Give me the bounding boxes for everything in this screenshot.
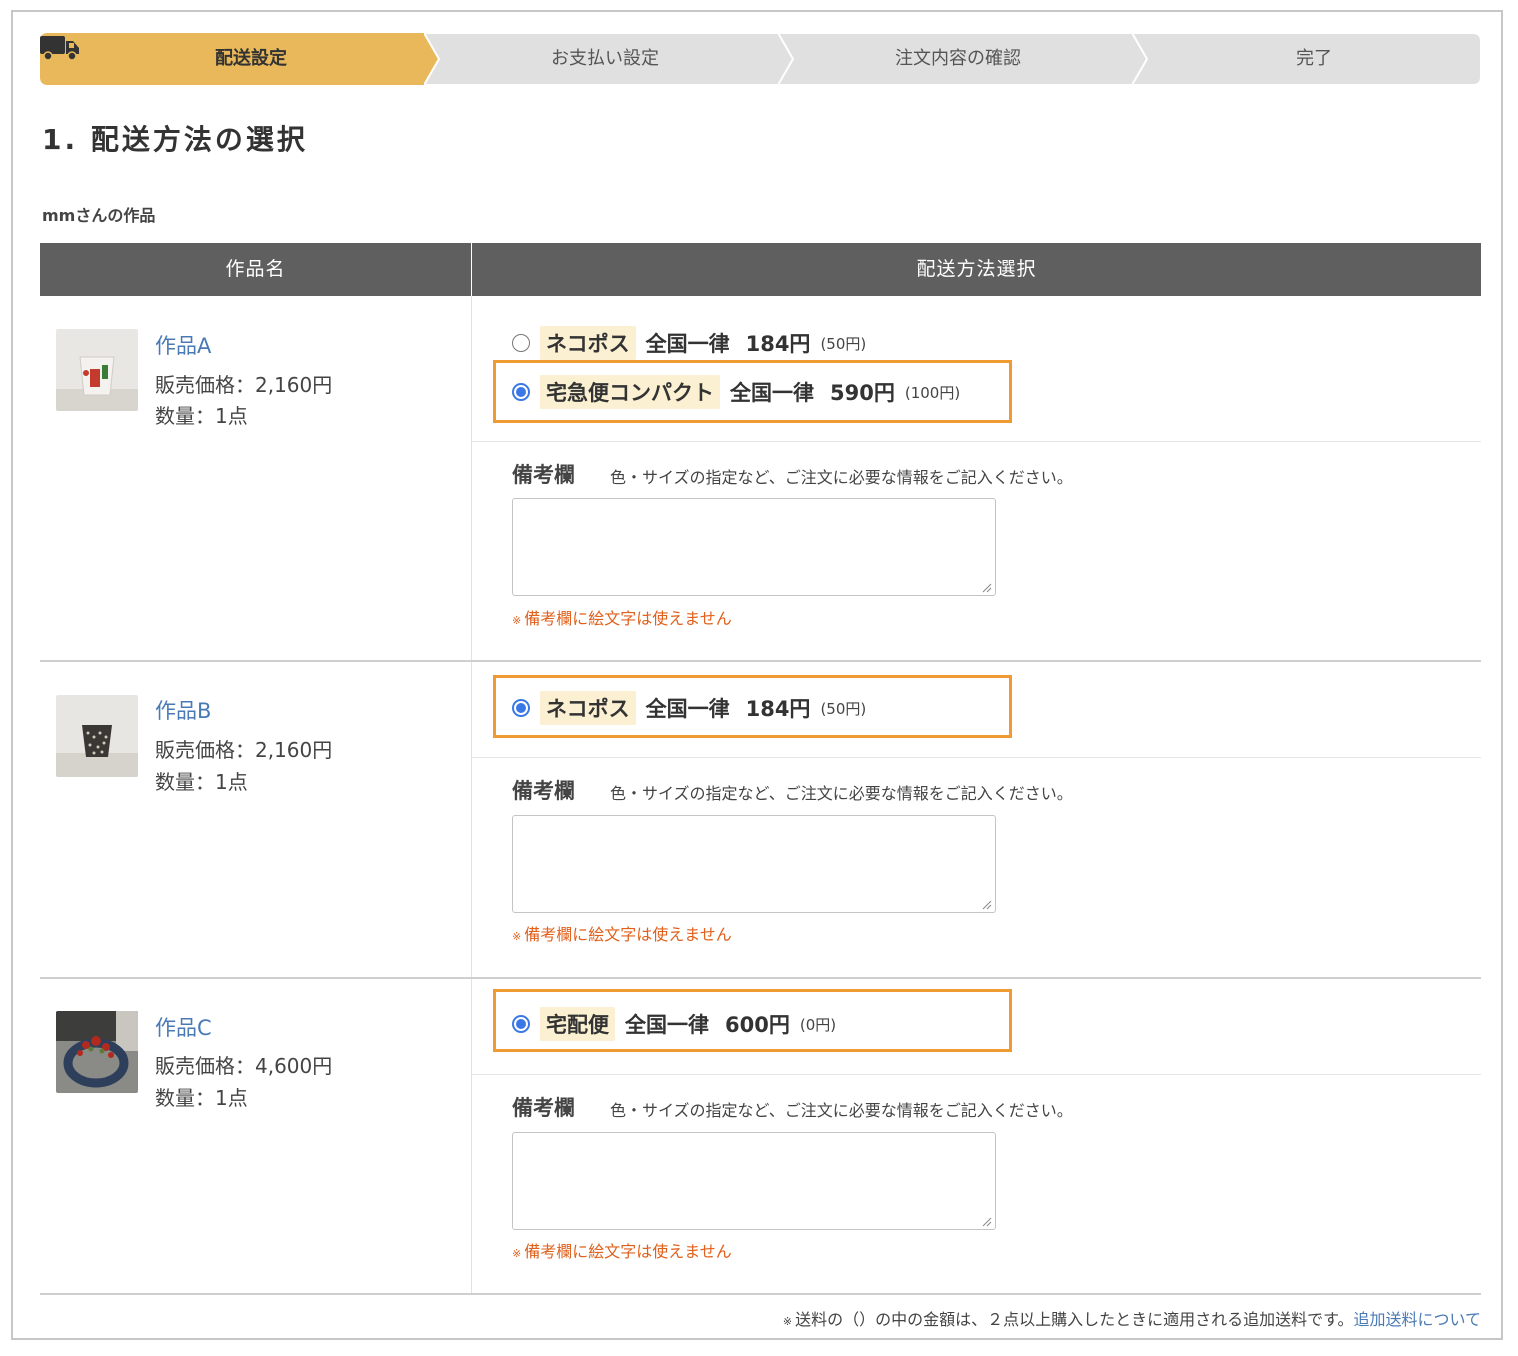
column-header-item: 作品名: [225, 258, 286, 280]
item-name-link[interactable]: 作品A: [155, 330, 211, 360]
column-header-shipping: 配送方法選択: [916, 258, 1037, 280]
step-label: 配送設定: [215, 48, 287, 69]
emoji-warning: ※ 備考欄に絵文字は使えません: [512, 925, 732, 944]
item-price: 販売価格：4,600円: [155, 1054, 333, 1078]
emoji-warning: ※ 備考欄に絵文字は使えません: [512, 609, 732, 628]
step-label: 完了: [1296, 48, 1332, 69]
shipping-method: 宅急便コンパクト: [540, 375, 720, 409]
shipping-price: 184円: [745, 697, 811, 721]
additional-shipping: (50円): [820, 699, 867, 718]
item-quantity: 数量：1点: [155, 1086, 248, 1110]
note-hint: 色・サイズの指定など、ご注文に必要な情報をご記入ください。: [610, 468, 1073, 487]
seller-name: mmさんの作品: [42, 206, 156, 225]
step-confirm: 注文内容の確認: [778, 33, 1148, 85]
note-textarea[interactable]: [512, 815, 996, 913]
shipping-price: 600円: [725, 1013, 790, 1037]
note-textarea[interactable]: [512, 498, 996, 596]
row-divider: [40, 977, 1481, 979]
item-thumbnail[interactable]: [56, 1011, 138, 1093]
page-title: 1. 配送方法の選択: [42, 123, 308, 156]
note-textarea[interactable]: [512, 1132, 996, 1230]
item-quantity: 数量：1点: [155, 770, 248, 794]
radio-button[interactable]: [512, 699, 530, 717]
radio-button[interactable]: [512, 383, 530, 401]
shipping-option-selected[interactable]: 宅配便 全国一律 600円 (0円): [512, 1007, 836, 1041]
item-name-link[interactable]: 作品C: [155, 1012, 212, 1042]
additional-shipping: (0円): [799, 1015, 837, 1034]
shipping-option[interactable]: ネコポス 全国一律 184円 (50円): [512, 326, 866, 360]
resize-handle-icon[interactable]: [980, 581, 992, 593]
shipping-option-selected[interactable]: 宅急便コンパクト 全国一律 590円 (100円): [512, 375, 960, 409]
step-shipping: 配送設定: [40, 33, 440, 85]
shipping-area: 全国一律: [625, 1013, 709, 1037]
shipping-method: ネコポス: [540, 326, 636, 360]
note-hint: 色・サイズの指定など、ご注文に必要な情報をご記入ください。: [610, 784, 1073, 803]
note-label: 備考欄: [512, 463, 575, 487]
footer-note: ※ 送料の（）の中の金額は、２点以上購入したときに適用される追加送料です。追加送料…: [783, 1306, 1481, 1330]
emoji-warning: ※ 備考欄に絵文字は使えません: [512, 1242, 732, 1261]
shipping-price: 184円: [745, 332, 811, 356]
radio-button[interactable]: [512, 334, 530, 352]
row-divider: [472, 757, 1481, 758]
item-thumbnail[interactable]: [56, 695, 138, 777]
item-name-link[interactable]: 作品B: [155, 695, 211, 725]
additional-shipping-link[interactable]: 追加送料について: [1353, 1310, 1481, 1329]
resize-handle-icon[interactable]: [980, 1215, 992, 1227]
progress-steps: 配送設定 お支払い設定 注文内容の確認 完了: [40, 33, 1481, 85]
footer-text: 送料の（）の中の金額は、２点以上購入したときに適用される追加送料です。: [795, 1310, 1354, 1329]
row-divider: [40, 660, 1481, 662]
radio-button[interactable]: [512, 1015, 530, 1033]
step-label: 注文内容の確認: [895, 48, 1021, 69]
shipping-area: 全国一律: [645, 697, 730, 721]
note-mark: ※: [782, 1315, 793, 1328]
step-complete: 完了: [1132, 33, 1481, 85]
resize-handle-icon[interactable]: [980, 898, 992, 910]
row-divider: [472, 1074, 1481, 1075]
row-divider: [472, 441, 1481, 442]
additional-shipping: (50円): [820, 334, 867, 353]
item-price: 販売価格：2,160円: [155, 738, 333, 762]
shipping-method: ネコポス: [540, 691, 636, 725]
note-hint: 色・サイズの指定など、ご注文に必要な情報をご記入ください。: [610, 1101, 1073, 1120]
note-label: 備考欄: [512, 779, 575, 803]
item-price: 販売価格：2,160円: [155, 373, 333, 397]
shipping-method: 宅配便: [540, 1007, 615, 1041]
table-bottom-border: [40, 1293, 1481, 1295]
column-divider: [471, 296, 472, 1294]
item-thumbnail[interactable]: [56, 329, 138, 411]
shipping-area: 全国一律: [645, 332, 730, 356]
table-header: 作品名 配送方法選択: [40, 243, 1481, 296]
note-label: 備考欄: [512, 1096, 575, 1120]
step-payment: お支払い設定: [424, 33, 794, 85]
step-label: お支払い設定: [551, 48, 659, 69]
additional-shipping: (100円): [904, 383, 961, 402]
truck-icon: [40, 36, 79, 61]
shipping-price: 590円: [830, 381, 895, 405]
shipping-area: 全国一律: [730, 381, 814, 405]
item-quantity: 数量：1点: [155, 404, 248, 428]
shipping-option-selected[interactable]: ネコポス 全国一律 184円 (50円): [512, 691, 866, 725]
